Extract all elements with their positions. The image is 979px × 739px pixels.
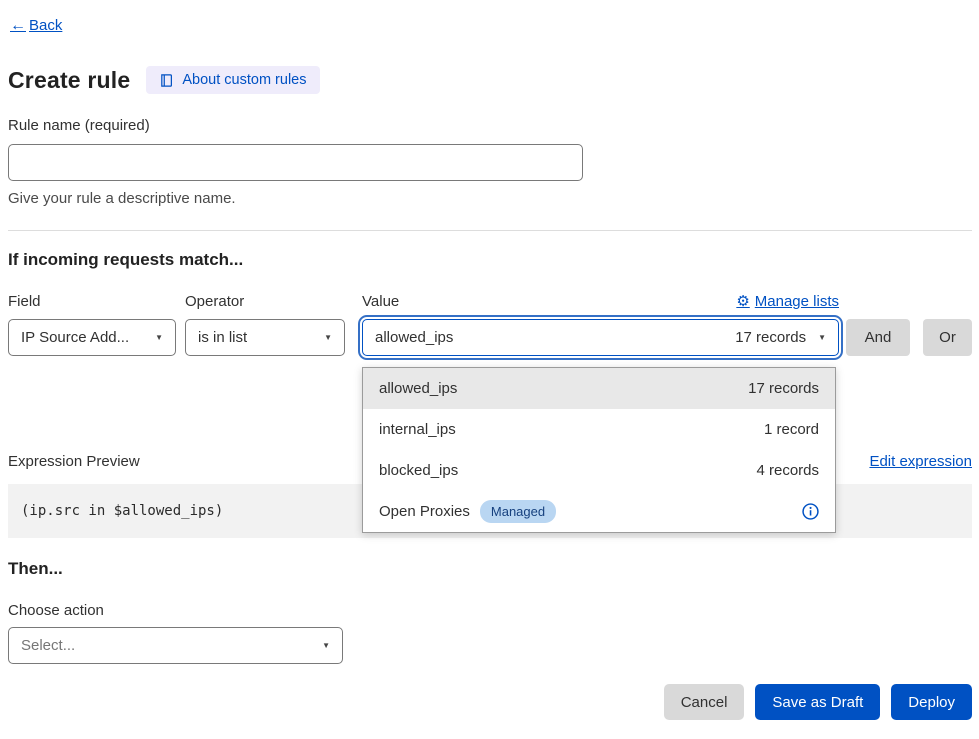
manage-lists-label: Manage lists (755, 293, 839, 310)
back-link[interactable]: ←Back (10, 17, 62, 34)
rule-name-group: Rule name (required) Give your rule a de… (8, 117, 583, 207)
list-option-name: Open Proxies (379, 503, 470, 520)
list-option-name: internal_ips (379, 421, 456, 438)
field-label: Field (8, 293, 41, 310)
action-select-placeholder: Select... (21, 637, 75, 654)
back-link-label: Back (29, 17, 62, 34)
book-icon (159, 73, 174, 88)
managed-badge: Managed (480, 500, 556, 523)
lists-dropdown: allowed_ips 17 records internal_ips 1 re… (362, 367, 836, 533)
match-condition-row: Field IP Source Add... ▼ Operator is in … (8, 291, 972, 541)
operator-select-value: is in list (198, 329, 247, 346)
rule-name-input[interactable] (8, 144, 583, 181)
list-option-name: blocked_ips (379, 462, 458, 479)
match-heading: If incoming requests match... (8, 250, 243, 270)
deploy-button[interactable]: Deploy (891, 684, 972, 720)
about-custom-rules-link[interactable]: About custom rules (146, 66, 319, 94)
value-column: Value ⚙ Manage lists allowed_ips 17 recor… (362, 291, 839, 356)
or-button[interactable]: Or (923, 319, 972, 356)
gear-icon: ⚙ (736, 294, 749, 309)
list-option-meta: 4 records (756, 462, 819, 479)
value-select-meta: 17 records (735, 329, 806, 346)
operator-column: Operator is in list ▼ (185, 291, 345, 356)
operator-label: Operator (185, 293, 244, 310)
title-row: Create rule About custom rules (8, 66, 320, 94)
value-select[interactable]: allowed_ips 17 records ▼ (362, 319, 839, 356)
page-title: Create rule (8, 67, 130, 94)
list-option-open-proxies[interactable]: Open Proxies Managed (363, 491, 835, 532)
field-select-value: IP Source Add... (21, 329, 129, 346)
list-option-allowed-ips[interactable]: allowed_ips 17 records (363, 368, 835, 409)
and-button[interactable]: And (846, 319, 910, 356)
footer-actions: Cancel Save as Draft Deploy (664, 684, 972, 720)
field-column: Field IP Source Add... ▼ (8, 291, 176, 356)
value-select-value: allowed_ips (375, 329, 453, 346)
rule-name-label: Rule name (required) (8, 117, 583, 135)
chevron-down-icon: ▼ (818, 333, 826, 342)
about-custom-rules-label: About custom rules (182, 72, 306, 88)
manage-lists-link[interactable]: ⚙ Manage lists (736, 293, 839, 310)
value-label: Value (362, 293, 399, 310)
list-option-blocked-ips[interactable]: blocked_ips 4 records (363, 450, 835, 491)
list-option-internal-ips[interactable]: internal_ips 1 record (363, 409, 835, 450)
field-select[interactable]: IP Source Add... ▼ (8, 319, 176, 356)
cancel-button[interactable]: Cancel (664, 684, 745, 720)
list-option-meta: 17 records (748, 380, 819, 397)
chevron-down-icon: ▼ (322, 641, 330, 650)
back-arrow-icon: ← (10, 18, 26, 34)
chevron-down-icon: ▼ (155, 333, 163, 342)
save-draft-button[interactable]: Save as Draft (755, 684, 880, 720)
list-option-name: allowed_ips (379, 380, 457, 397)
chevron-down-icon: ▼ (324, 333, 332, 342)
create-rule-page: ←Back Create rule About custom rules Rul… (0, 0, 979, 739)
choose-action-label: Choose action (8, 602, 104, 619)
operator-select[interactable]: is in list ▼ (185, 319, 345, 356)
section-divider (8, 230, 972, 231)
info-icon[interactable] (802, 503, 819, 520)
then-heading: Then... (8, 559, 63, 579)
list-option-meta: 1 record (764, 421, 819, 438)
rule-name-helper: Give your rule a descriptive name. (8, 190, 583, 207)
action-select[interactable]: Select... ▼ (8, 627, 343, 664)
